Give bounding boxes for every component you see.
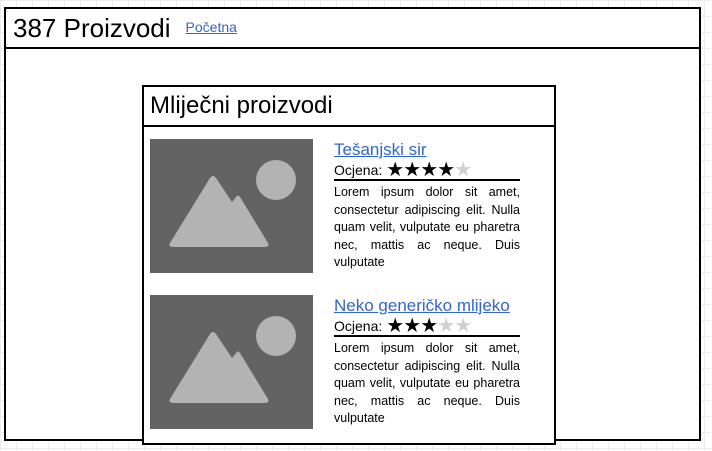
category-panel: Mliječni proizvodi Tešanjski sir Ocjena:…: [142, 85, 556, 445]
star-filled-icon: ★: [386, 314, 405, 337]
image-placeholder-icon: [169, 316, 296, 403]
product-image[interactable]: [150, 295, 313, 429]
product-info: Neko generičko mlijeko Ocjena: ★ ★ ★ ★ ★ Lor…: [334, 295, 520, 428]
star-empty-icon: ★: [437, 314, 456, 337]
star-rating: ★ ★ ★ ★ ★: [386, 314, 473, 337]
star-rating: ★ ★ ★ ★ ★: [386, 158, 473, 181]
product-info: Tešanjski sir Ocjena: ★ ★ ★ ★ ★ Lorem ipsum …: [334, 139, 520, 272]
product-card: Tešanjski sir Ocjena: ★ ★ ★ ★ ★ Lorem ipsum …: [150, 139, 540, 274]
category-header: Mliječni proizvodi: [144, 87, 554, 127]
product-card: Neko generičko mlijeko Ocjena: ★ ★ ★ ★ ★ Lor…: [150, 295, 540, 430]
rating-label: Ocjena:: [334, 317, 383, 334]
star-filled-icon: ★: [437, 158, 456, 181]
product-image[interactable]: [150, 139, 313, 273]
rating-label: Ocjena:: [334, 161, 383, 178]
site-header: 387 Proizvodi Početna: [6, 9, 699, 49]
star-empty-icon: ★: [454, 314, 473, 337]
category-title: Mliječni proizvodi: [150, 92, 333, 119]
image-placeholder-icon: [169, 160, 296, 247]
rating-row: Ocjena: ★ ★ ★ ★ ★: [334, 316, 520, 337]
site-title: 387 Proizvodi: [13, 13, 171, 43]
star-filled-icon: ★: [420, 158, 439, 181]
star-filled-icon: ★: [403, 158, 422, 181]
star-filled-icon: ★: [420, 314, 439, 337]
star-empty-icon: ★: [454, 158, 473, 181]
product-description: Lorem ipsum dolor sit amet, consectetur …: [334, 185, 520, 270]
product-description: Lorem ipsum dolor sit amet, consectetur …: [334, 341, 520, 426]
product-name-link[interactable]: Tešanjski sir: [334, 140, 520, 160]
star-filled-icon: ★: [403, 314, 422, 337]
product-name-link[interactable]: Neko generičko mlijeko: [334, 296, 520, 316]
home-link[interactable]: Početna: [186, 19, 237, 35]
star-filled-icon: ★: [386, 158, 405, 181]
rating-row: Ocjena: ★ ★ ★ ★ ★: [334, 160, 520, 181]
